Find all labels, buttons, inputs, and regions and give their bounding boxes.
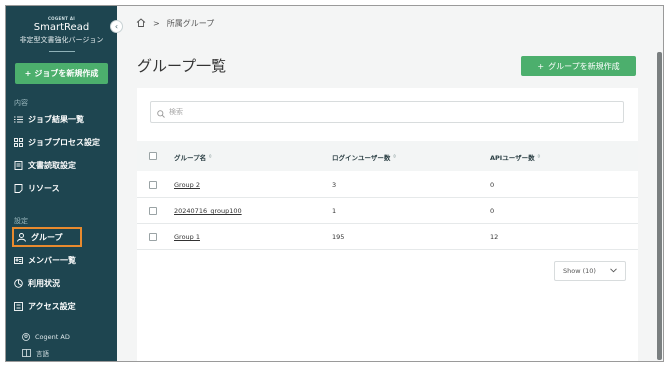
- sidebar-collapse-button[interactable]: ‹: [110, 20, 123, 33]
- access-icon: [14, 302, 23, 311]
- sidebar-item-label: アクセス設定: [28, 302, 76, 311]
- user-account-item[interactable]: Cogent AD: [22, 333, 70, 341]
- sort-icon: ⇳: [536, 154, 541, 160]
- sort-icon: ⇳: [208, 154, 213, 160]
- row-checkbox[interactable]: [149, 181, 157, 189]
- app-window: COGENT AI SmartRead 非定型文書強化バージョン + ジョブを新…: [5, 5, 664, 362]
- sidebar-item-groups[interactable]: グループ: [12, 227, 82, 247]
- select-all-checkbox[interactable]: [149, 152, 157, 160]
- search-box[interactable]: [150, 101, 624, 123]
- language-icon: [22, 349, 31, 357]
- sidebar-item-label: ジョブプロセス設定: [28, 138, 100, 147]
- login-user-count: 3: [332, 181, 337, 189]
- column-header-label: APIユーザー数: [490, 154, 535, 162]
- group-name-link[interactable]: Group 2: [174, 181, 200, 189]
- new-job-button[interactable]: + ジョブを新規作成: [15, 63, 108, 84]
- column-header-login-users[interactable]: ログインユーザー数 ⇳: [332, 152, 397, 162]
- table-header: グループ名 ⇳ ログインユーザー数 ⇳ APIユーザー数 ⇳: [137, 141, 638, 171]
- sidebar-item-members[interactable]: メンバー一覧: [14, 252, 76, 269]
- sort-icon: ⇳: [392, 154, 397, 160]
- chevron-left-icon: ‹: [114, 22, 119, 31]
- sidebar-item-label: 利用状況: [28, 279, 60, 288]
- language-item[interactable]: 言語: [22, 348, 49, 358]
- api-user-count: 0: [490, 207, 495, 215]
- brand-divider: [48, 51, 75, 52]
- group-name-link[interactable]: Group 1: [174, 233, 200, 241]
- document-icon: [14, 161, 23, 170]
- page-title: グループ一覧: [137, 57, 227, 75]
- brand-logo-text: SmartRead: [33, 22, 90, 33]
- brand-subtitle: 非定型文書強化バージョン: [19, 36, 104, 44]
- sidebar-item-usage[interactable]: 利用状況: [14, 275, 60, 292]
- member-icon: [14, 256, 23, 265]
- user-icon: [22, 333, 30, 341]
- login-user-count: 195: [332, 233, 345, 241]
- home-icon[interactable]: [136, 18, 146, 29]
- usage-icon: [14, 279, 23, 288]
- sidebar-item-label: メンバー一覧: [28, 256, 76, 265]
- new-job-label: ジョブを新規作成: [34, 69, 99, 78]
- plus-icon: +: [24, 69, 32, 78]
- page-size-label: Show (10): [563, 267, 596, 275]
- create-group-button[interactable]: + グループを新規作成: [521, 56, 636, 76]
- table-row: 20240716_group100 1 0: [137, 198, 638, 224]
- search-icon: [157, 103, 165, 122]
- page-size-select[interactable]: Show (10): [554, 261, 626, 281]
- user-name: Cogent AD: [35, 333, 70, 341]
- login-user-count: 1: [332, 207, 337, 215]
- sidebar-item-resources[interactable]: リソース: [14, 180, 60, 197]
- column-header-group-name[interactable]: グループ名 ⇳: [174, 152, 212, 162]
- section-content-label: 内容: [14, 99, 28, 107]
- sidebar-item-label: グループ: [31, 232, 63, 242]
- search-input[interactable]: [169, 108, 569, 116]
- brand: COGENT AI SmartRead 非定型文書強化バージョン: [6, 16, 117, 52]
- plus-icon: +: [537, 61, 545, 71]
- sidebar-item-document-settings[interactable]: 文書読取設定: [14, 157, 76, 174]
- chevron-down-icon: [610, 267, 617, 275]
- sidebar-item-job-process[interactable]: ジョブプロセス設定: [14, 134, 100, 151]
- column-header-api-users[interactable]: APIユーザー数 ⇳: [490, 152, 541, 162]
- sidebar-item-label: リソース: [28, 184, 60, 193]
- create-group-label: グループを新規作成: [548, 61, 620, 71]
- sidebar-item-label: 文書読取設定: [28, 161, 76, 170]
- row-checkbox[interactable]: [149, 207, 157, 215]
- group-icon: [17, 232, 26, 242]
- groups-panel: グループ名 ⇳ ログインユーザー数 ⇳ APIユーザー数 ⇳ Group 2 3…: [137, 88, 638, 361]
- sidebar-item-label: ジョブ結果一覧: [28, 115, 84, 124]
- table-row: Group 1 195 12: [137, 224, 638, 250]
- api-user-count: 12: [490, 233, 499, 241]
- sidebar-item-access[interactable]: アクセス設定: [14, 298, 76, 315]
- table-row: Group 2 3 0: [137, 172, 638, 198]
- language-label: 言語: [36, 350, 49, 358]
- section-settings-label: 設定: [14, 217, 28, 225]
- group-name-link[interactable]: 20240716_group100: [174, 207, 242, 215]
- row-checkbox[interactable]: [149, 233, 157, 241]
- resource-icon: [14, 184, 23, 193]
- sidebar-item-job-results[interactable]: ジョブ結果一覧: [14, 111, 84, 128]
- breadcrumb-current: 所属グループ: [166, 19, 215, 28]
- scrollbar[interactable]: [657, 52, 662, 360]
- column-header-label: ログインユーザー数: [332, 154, 391, 162]
- process-icon: [14, 138, 23, 147]
- breadcrumb: > 所属グループ: [136, 18, 214, 29]
- sidebar: COGENT AI SmartRead 非定型文書強化バージョン + ジョブを新…: [6, 6, 117, 361]
- list-icon: [14, 115, 23, 124]
- column-header-label: グループ名: [174, 154, 207, 162]
- breadcrumb-separator: >: [153, 19, 160, 28]
- api-user-count: 0: [490, 181, 495, 189]
